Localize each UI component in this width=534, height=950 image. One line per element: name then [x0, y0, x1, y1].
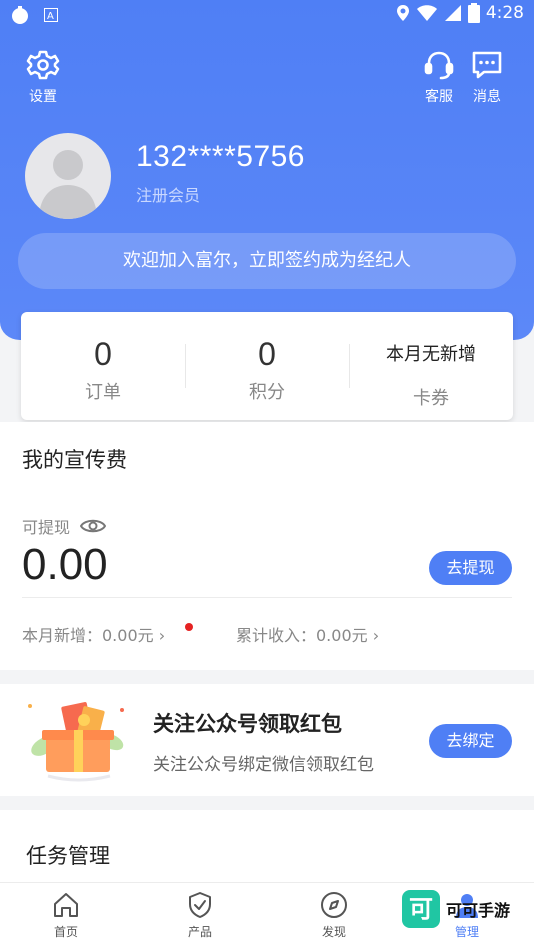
messages-button[interactable]: 消息	[470, 48, 504, 106]
customer-service-label: 客服	[425, 89, 453, 105]
coupons-stat[interactable]: 本月无新增 卡券	[349, 312, 513, 420]
total-income-text: 累计收入：0.00元	[236, 626, 368, 645]
home-icon	[54, 893, 78, 917]
task-section-title: 任务管理	[26, 844, 110, 868]
tab-home[interactable]: 首页	[26, 891, 106, 940]
tab-discover[interactable]: 发现	[294, 891, 374, 940]
wechat-redpacket-card: 关注公众号领取红包 关注公众号绑定微信领取红包 去绑定	[0, 684, 534, 796]
tab-home-label: 首页	[53, 925, 78, 939]
chevron-right-icon: ›	[158, 626, 166, 645]
messages-label: 消息	[473, 89, 501, 105]
divider	[22, 597, 512, 598]
tab-products-label: 产品	[187, 925, 212, 939]
points-label: 积分	[249, 382, 285, 403]
headset-icon	[424, 51, 454, 80]
wechat-title: 关注公众号领取红包	[153, 712, 342, 736]
avatar[interactable]	[25, 133, 111, 219]
withdrawable-label: 可提现	[22, 518, 71, 537]
orders-count: 0	[94, 336, 112, 372]
member-level: 注册会员	[136, 186, 201, 205]
location-icon	[396, 5, 409, 21]
watermark-text: 可可手游	[446, 901, 511, 920]
tab-discover-label: 发现	[321, 925, 346, 939]
welcome-banner[interactable]: 欢迎加入富尔，立即签约成为经纪人	[18, 233, 516, 289]
watermark: 可 可可手游	[402, 889, 510, 929]
battery-icon	[467, 3, 480, 23]
wifi-icon	[416, 5, 437, 21]
svg-text:A: A	[47, 11, 54, 22]
promotion-fee-card: 我的宣传费 可提现 0.00 去提现 本月新增：0.00元 › 累计收入：0.0…	[0, 422, 534, 670]
orders-stat[interactable]: 0 订单	[21, 312, 185, 420]
points-count: 0	[258, 336, 276, 372]
gift-box-illustration	[28, 702, 124, 782]
total-income-link[interactable]: 累计收入：0.00元 ›	[236, 622, 379, 646]
new-badge-dot	[185, 623, 193, 631]
points-stat[interactable]: 0 积分	[185, 312, 349, 420]
customer-service-button[interactable]: 客服	[422, 48, 456, 106]
coupons-status: 本月无新增	[386, 344, 476, 365]
chevron-right-icon: ›	[372, 626, 380, 645]
coupons-label: 卡券	[413, 388, 449, 409]
month-new-link[interactable]: 本月新增：0.00元 ›	[22, 622, 165, 646]
shield-icon	[189, 892, 211, 918]
gear-icon	[26, 50, 60, 80]
fee-section-title: 我的宣传费	[22, 448, 127, 472]
app-notification-icon	[12, 6, 28, 24]
stats-card: 0 订单 0 积分 本月无新增 卡券	[21, 312, 513, 420]
tab-products[interactable]: 产品	[160, 891, 240, 940]
status-bar: A 4:28	[0, 0, 534, 30]
phone-number: 132****5756	[136, 140, 305, 173]
eye-icon[interactable]	[80, 517, 107, 535]
settings-label: 设置	[29, 89, 57, 105]
compass-icon	[321, 892, 347, 918]
task-management-card: 任务管理	[0, 810, 534, 882]
orders-label: 订单	[85, 382, 121, 403]
settings-button[interactable]: 设置	[26, 48, 60, 106]
profile-header: A 4:28 设置 客服 消息 132****5756 注册会员 欢迎加入富尔，…	[0, 0, 534, 340]
month-new-text: 本月新增：0.00元	[22, 626, 154, 645]
status-time: 4:28	[485, 3, 524, 23]
signal-icon	[444, 5, 461, 21]
wechat-subtitle: 关注公众号绑定微信领取红包	[153, 755, 374, 775]
message-icon	[472, 51, 502, 79]
withdrawable-row: 可提现	[22, 514, 107, 538]
withdraw-button[interactable]: 去提现	[429, 551, 512, 585]
font-notification-icon: A	[44, 8, 58, 22]
withdrawable-amount: 0.00	[22, 540, 108, 589]
default-avatar-icon	[39, 150, 97, 219]
bind-button[interactable]: 去绑定	[429, 724, 512, 758]
watermark-logo: 可	[402, 890, 440, 928]
